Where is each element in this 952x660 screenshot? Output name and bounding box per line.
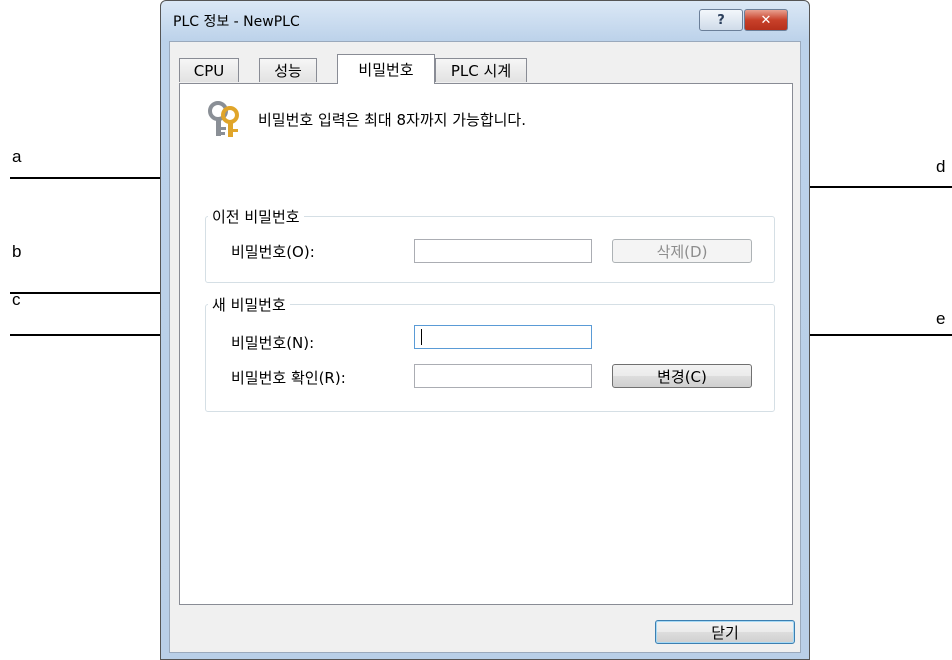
window-title: PLC 정보 - NewPLC <box>173 14 300 30</box>
old-password-label: 비밀번호(O): <box>231 243 315 261</box>
new-password-input[interactable] <box>414 325 592 349</box>
old-password-group-title: 이전 비밀번호 <box>208 206 304 227</box>
tab-cpu[interactable]: CPU <box>179 58 239 82</box>
callout-b: b <box>12 242 22 261</box>
password-info-text: 비밀번호 입력은 최대 8자까지 가능합니다. <box>258 111 526 129</box>
callout-a: a <box>12 147 22 166</box>
new-password-group: 새 비밀번호 비밀번호(N): 비밀번호 확인(R): 변경(C) <box>205 294 775 412</box>
title-bar[interactable]: PLC 정보 - NewPLC ? ✕ <box>161 1 809 41</box>
close-button[interactable]: 닫기 <box>655 620 795 644</box>
tab-password[interactable]: 비밀번호 <box>337 54 435 84</box>
confirm-password-label: 비밀번호 확인(R): <box>231 369 346 387</box>
plc-info-dialog: PLC 정보 - NewPLC ? ✕ CPU 성능 비밀번호 PLC 시계 비… <box>160 0 810 660</box>
dialog-client-area: CPU 성능 비밀번호 PLC 시계 비밀번호 입력은 최대 8자까지 가능합니… <box>169 41 801 653</box>
keys-icon <box>208 101 239 137</box>
help-icon: ? <box>717 12 725 28</box>
callout-c: c <box>12 290 21 309</box>
old-password-input[interactable] <box>414 239 592 263</box>
close-window-button[interactable]: ✕ <box>744 9 788 31</box>
callout-d: d <box>936 157 946 176</box>
tab-plc-clock[interactable]: PLC 시계 <box>435 58 527 82</box>
text-caret <box>421 329 422 345</box>
callout-e: e <box>936 309 946 328</box>
old-password-group: 이전 비밀번호 비밀번호(O): 삭제(D) <box>205 206 775 283</box>
delete-button[interactable]: 삭제(D) <box>612 239 752 263</box>
confirm-password-input[interactable] <box>414 364 592 388</box>
password-tab-panel: 비밀번호 입력은 최대 8자까지 가능합니다. 이전 비밀번호 비밀번호(O):… <box>179 83 793 605</box>
new-password-group-title: 새 비밀번호 <box>208 294 290 315</box>
tab-performance[interactable]: 성능 <box>259 58 317 82</box>
new-password-label: 비밀번호(N): <box>231 334 315 352</box>
close-icon: ✕ <box>760 12 772 28</box>
help-button[interactable]: ? <box>699 9 743 31</box>
change-button[interactable]: 변경(C) <box>612 364 752 388</box>
